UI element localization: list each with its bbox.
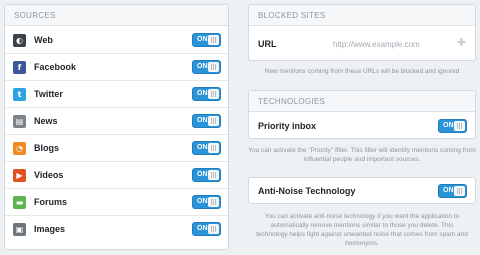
- source-row-web: ◐ Web ON: [5, 27, 228, 54]
- source-row-facebook: f Facebook ON: [5, 54, 228, 81]
- priority-inbox-helper: You can activate the "Priority" filter. …: [248, 147, 476, 163]
- source-row-blogs: ◔ Blogs ON: [5, 135, 228, 162]
- toggle-knob: [208, 170, 219, 180]
- forums-icon: ▬: [13, 196, 26, 209]
- source-toggle-forums[interactable]: ON: [192, 195, 221, 209]
- source-label: Twitter: [34, 89, 63, 99]
- source-toggle-blogs[interactable]: ON: [192, 141, 221, 155]
- priority-inbox-label: Priority inbox: [258, 121, 317, 131]
- technologies-header: TECHNOLOGIES: [249, 91, 475, 112]
- web-icon: ◐: [13, 34, 26, 47]
- toggle-on-text: ON: [197, 63, 208, 70]
- add-url-icon[interactable]: ✚: [457, 38, 466, 49]
- twitter-icon: t: [13, 88, 26, 101]
- url-label: URL: [258, 39, 277, 49]
- blocked-sites-header: BLOCKED SITES: [249, 5, 475, 26]
- facebook-icon: f: [13, 61, 26, 74]
- rss-icon: ◔: [13, 142, 26, 155]
- source-row-news: ▤ News ON: [5, 108, 228, 135]
- source-label: Images: [34, 224, 66, 234]
- toggle-knob: [208, 116, 219, 126]
- url-row: URL ✚: [249, 27, 475, 61]
- source-label: Facebook: [34, 62, 77, 72]
- source-toggle-twitter[interactable]: ON: [192, 87, 221, 101]
- source-row-twitter: t Twitter ON: [5, 81, 228, 108]
- source-toggle-facebook[interactable]: ON: [192, 60, 221, 74]
- news-icon: ▤: [13, 115, 26, 128]
- source-row-images: ▣ Images ON: [5, 216, 228, 243]
- source-toggle-web[interactable]: ON: [192, 33, 221, 47]
- source-toggle-videos[interactable]: ON: [192, 168, 221, 182]
- anti-noise-label: Anti-Noise Technology: [258, 186, 356, 196]
- source-label: News: [34, 116, 58, 126]
- anti-noise-toggle[interactable]: ON: [438, 184, 467, 198]
- toggle-knob: [208, 143, 219, 153]
- toggle-knob: [208, 224, 219, 234]
- images-icon: ▣: [13, 223, 26, 236]
- toggle-knob: [454, 186, 465, 196]
- toggle-knob: [208, 197, 219, 207]
- toggle-on-text: ON: [197, 225, 208, 232]
- priority-inbox-toggle[interactable]: ON: [438, 119, 467, 133]
- toggle-on-text: ON: [197, 117, 208, 124]
- sources-panel: SOURCES ◐ Web ON f Facebook ON t Twitter ON ▤ News…: [4, 4, 229, 250]
- toggle-on-text: ON: [443, 187, 454, 194]
- toggle-knob: [208, 35, 219, 45]
- source-row-videos: ▶ Videos ON: [5, 162, 228, 189]
- priority-inbox-row: Priority inbox ON: [249, 113, 475, 139]
- toggle-on-text: ON: [197, 90, 208, 97]
- toggle-on-text: ON: [443, 122, 454, 129]
- video-icon: ▶: [13, 169, 26, 182]
- url-input[interactable]: [333, 37, 453, 51]
- toggle-knob: [208, 62, 219, 72]
- source-label: Blogs: [34, 143, 60, 153]
- anti-noise-helper: You can activate anti-noise technology i…: [256, 213, 468, 247]
- blocked-sites-helper: New mentions coming from these URLs will…: [264, 68, 460, 75]
- toggle-on-text: ON: [197, 198, 208, 205]
- source-label: Forums: [34, 197, 68, 207]
- source-label: Videos: [34, 170, 64, 180]
- anti-noise-panel: Anti-Noise Technology ON: [248, 177, 476, 204]
- source-toggle-news[interactable]: ON: [192, 114, 221, 128]
- toggle-on-text: ON: [197, 36, 208, 43]
- toggle-on-text: ON: [197, 144, 208, 151]
- toggle-on-text: ON: [197, 171, 208, 178]
- blocked-sites-panel: BLOCKED SITES URL ✚: [248, 4, 476, 61]
- source-toggle-images[interactable]: ON: [192, 222, 221, 236]
- source-row-forums: ▬ Forums ON: [5, 189, 228, 216]
- toggle-knob: [208, 89, 219, 99]
- toggle-knob: [454, 121, 465, 131]
- sources-header: SOURCES: [5, 5, 228, 26]
- source-label: Web: [34, 35, 53, 45]
- technologies-panel: TECHNOLOGIES Priority inbox ON: [248, 90, 476, 139]
